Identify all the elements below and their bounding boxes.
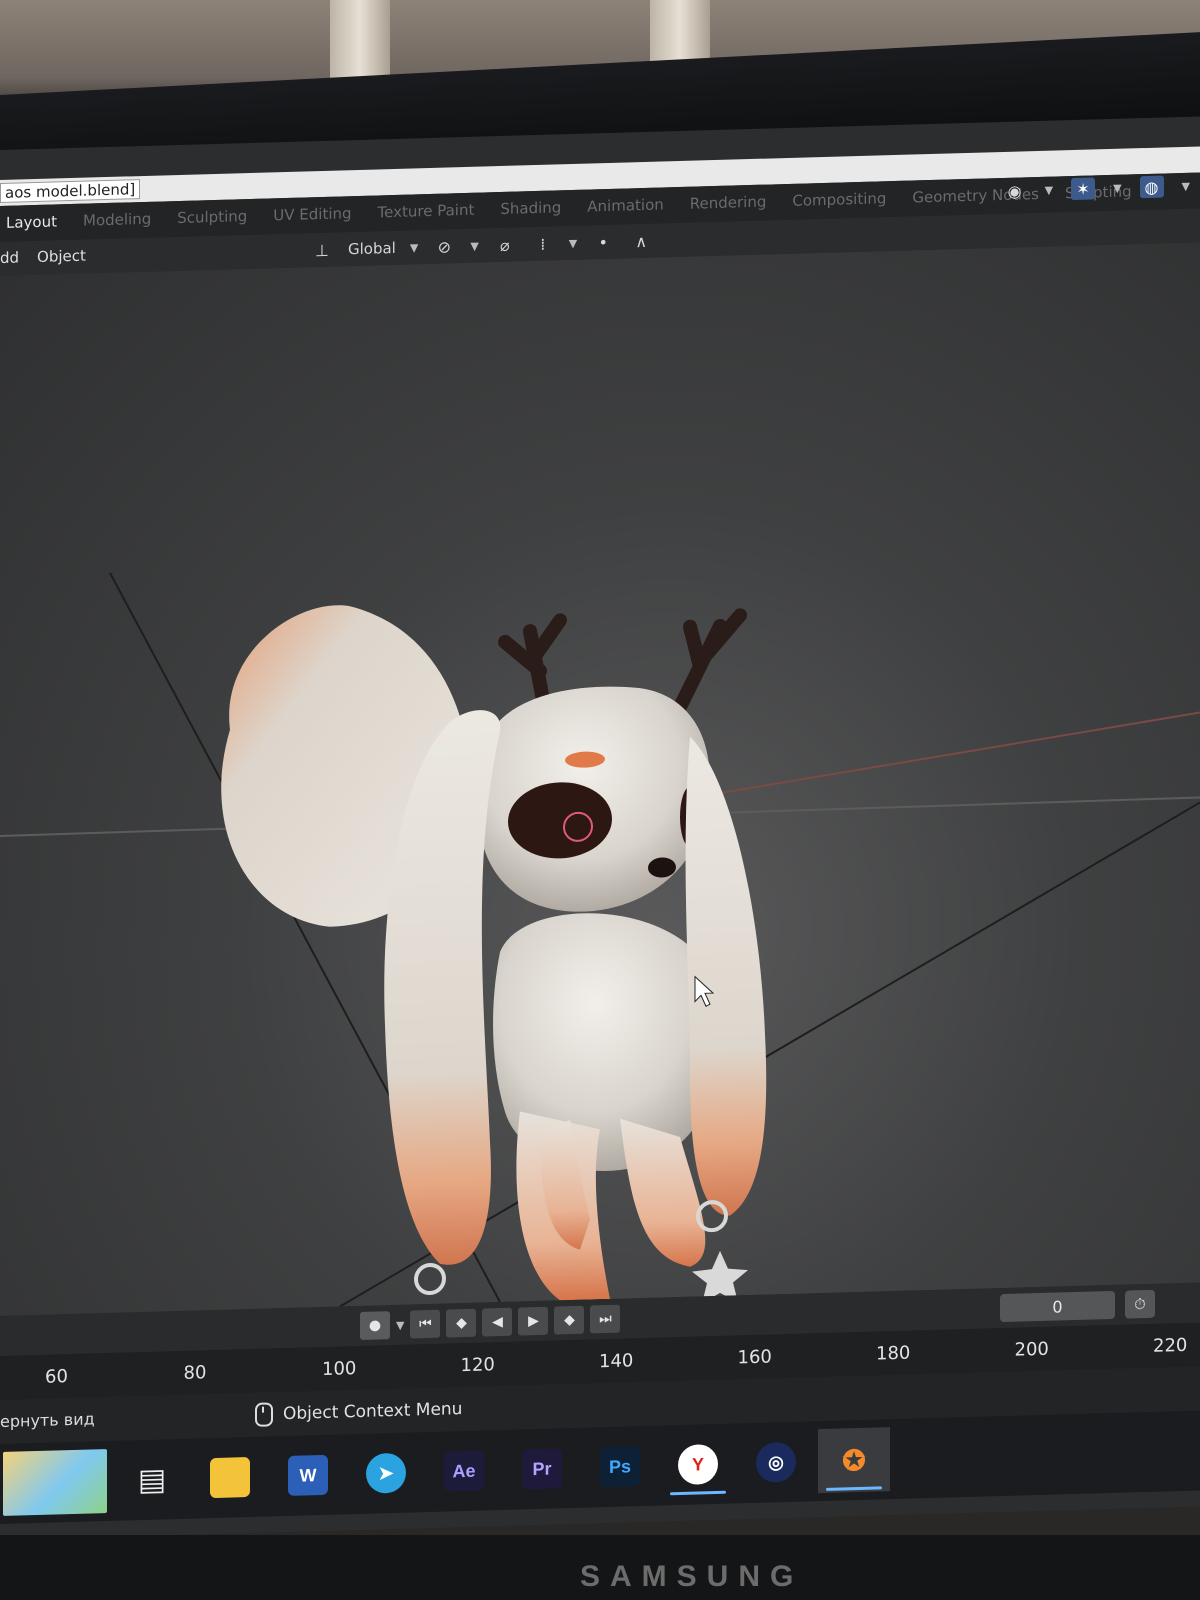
snap-increment-icon[interactable]: ⁞ bbox=[531, 233, 555, 256]
falloff-icon[interactable]: ∧ bbox=[629, 230, 653, 253]
transform-tools: ⊥ Global ▼ ⊘ ▼ ⌀ ⁞ ▼ • ∧ bbox=[310, 230, 653, 262]
play-icon[interactable]: ▶ bbox=[518, 1306, 549, 1336]
earring-hoop-left bbox=[414, 1262, 446, 1295]
ruler-tick-label: 120 bbox=[460, 1354, 495, 1377]
front-leg-right bbox=[620, 1118, 706, 1267]
tab-texture-paint[interactable]: Texture Paint bbox=[378, 201, 475, 222]
chevron-down-icon[interactable]: ▼ bbox=[410, 241, 418, 254]
task-view-icon: ▤ bbox=[137, 1461, 167, 1498]
taskbar-app-photoshop[interactable]: Ps bbox=[584, 1434, 656, 1500]
chevron-down-icon[interactable]: ▼ bbox=[1182, 179, 1190, 192]
tab-sculpting[interactable]: Sculpting bbox=[177, 207, 247, 227]
taskbar-items: ▤ W ➤ Ae Pr Ps Y ◎ ✪ bbox=[0, 1427, 896, 1516]
play-reverse-icon[interactable]: ◀ bbox=[482, 1307, 513, 1337]
ruler-tick-label: 180 bbox=[876, 1342, 911, 1365]
ruler-tick-label: 60 bbox=[45, 1366, 68, 1388]
wallpaper-thumbnail bbox=[3, 1449, 107, 1516]
jump-to-keyframe-prev-icon[interactable]: ◆ bbox=[446, 1308, 477, 1338]
pivot-point-icon[interactable]: ⊘ bbox=[432, 235, 456, 258]
word-icon: W bbox=[288, 1454, 328, 1496]
3d-viewport[interactable] bbox=[0, 242, 1200, 1377]
jump-to-end-icon[interactable]: ⏭ bbox=[590, 1304, 621, 1334]
status-context-text: Object Context Menu bbox=[283, 1399, 463, 1425]
ruler-tick-label: 160 bbox=[737, 1346, 772, 1369]
monitor-screen: aos model.blend] Layout Modeling Sculpting… bbox=[0, 116, 1200, 1541]
transform-orientation-value[interactable]: Global bbox=[348, 239, 396, 258]
taskbar-app-premiere-pro[interactable]: Pr bbox=[506, 1436, 578, 1502]
jump-to-keyframe-next-icon[interactable]: ◆ bbox=[554, 1305, 585, 1335]
ruler-tick-label: 80 bbox=[183, 1362, 207, 1384]
tab-animation[interactable]: Animation bbox=[587, 195, 663, 215]
viewport-menu: dd Object bbox=[0, 247, 86, 267]
status-left-text: ернуть вид bbox=[0, 1409, 95, 1431]
menu-add[interactable]: dd bbox=[0, 248, 19, 267]
window-title: aos model.blend] bbox=[0, 179, 141, 203]
tab-rendering[interactable]: Rendering bbox=[690, 193, 767, 213]
taskbar-app-after-effects[interactable]: Ae bbox=[428, 1438, 500, 1504]
current-frame-field[interactable]: 0 bbox=[1000, 1290, 1115, 1323]
taskbar-app-telegram[interactable]: ➤ bbox=[350, 1440, 422, 1506]
playback-controls: ● ▼ ⏮ ◆ ◀ ▶ ◆ ⏭ bbox=[360, 1304, 621, 1340]
telegram-icon: ➤ bbox=[366, 1452, 406, 1494]
status-context-hint: Object Context Menu bbox=[255, 1397, 462, 1427]
chevron-down-icon[interactable]: ▼ bbox=[470, 239, 478, 252]
snap-icon[interactable]: ⌀ bbox=[493, 234, 517, 257]
after-effects-icon: Ae bbox=[444, 1450, 484, 1492]
tab-compositing[interactable]: Compositing bbox=[792, 189, 886, 210]
stopwatch-icon[interactable]: ⏱ bbox=[1125, 1289, 1155, 1319]
mouse-icon bbox=[255, 1402, 273, 1427]
gizmo-icon[interactable]: ✶ bbox=[1071, 177, 1096, 201]
photoshop-icon: Ps bbox=[600, 1446, 640, 1488]
x-axis-line bbox=[699, 711, 1200, 798]
antler-right bbox=[673, 608, 747, 715]
tab-modeling[interactable]: Modeling bbox=[83, 210, 151, 230]
tab-layout[interactable]: Layout bbox=[6, 212, 57, 231]
active-indicator bbox=[826, 1486, 882, 1491]
chevron-down-icon[interactable]: ▼ bbox=[1045, 183, 1053, 196]
taskbar-file-explorer[interactable] bbox=[194, 1445, 266, 1511]
premiere-pro-icon: Pr bbox=[522, 1448, 562, 1490]
folder-icon bbox=[210, 1457, 250, 1499]
monitor-brand-logo: SAMSUNG bbox=[580, 1560, 804, 1593]
running-indicator bbox=[670, 1490, 726, 1496]
transform-orientation-icon: ⊥ bbox=[315, 240, 329, 260]
taskbar-task-view[interactable]: ▤ bbox=[116, 1447, 188, 1513]
taskbar-app-word[interactable]: W bbox=[272, 1442, 344, 1508]
ruler-tick-label: 200 bbox=[1014, 1338, 1049, 1361]
chevron-down-icon[interactable]: ▼ bbox=[569, 236, 577, 249]
tab-shading[interactable]: Shading bbox=[500, 198, 561, 218]
overlays-icon[interactable]: ◍ bbox=[1139, 175, 1164, 199]
yandex-browser-icon: Y bbox=[678, 1443, 718, 1486]
taskbar-app-yandex-browser[interactable]: Y bbox=[662, 1431, 734, 1497]
ruler-tick-label: 100 bbox=[322, 1358, 357, 1381]
visibility-eye-icon[interactable]: ◉ bbox=[1003, 179, 1027, 202]
ruler-tick-label: 140 bbox=[599, 1350, 634, 1373]
taskbar-app-blender[interactable]: ✪ bbox=[818, 1427, 890, 1494]
jump-to-start-icon[interactable]: ⏮ bbox=[410, 1309, 441, 1339]
chevron-down-icon[interactable]: ▼ bbox=[1113, 181, 1121, 194]
auto-keying-icon[interactable]: ● bbox=[360, 1311, 390, 1340]
taskbar-app-c4d[interactable]: ◎ bbox=[740, 1429, 812, 1495]
taskbar-apps: W ➤ Ae Pr Ps Y bbox=[272, 1431, 740, 1508]
desktop-thumbnail[interactable] bbox=[0, 1449, 110, 1516]
viewport-scene bbox=[0, 572, 1200, 1377]
menu-object[interactable]: Object bbox=[37, 247, 86, 266]
proportional-edit-icon[interactable]: • bbox=[591, 231, 615, 254]
tab-uv-editing[interactable]: UV Editing bbox=[273, 204, 351, 224]
cinema4d-icon: ◎ bbox=[756, 1441, 796, 1483]
ruler-tick-label: 220 bbox=[1153, 1334, 1188, 1357]
ear-right bbox=[685, 736, 767, 1216]
chevron-down-icon[interactable]: ▼ bbox=[396, 1318, 404, 1331]
blender-icon: ✪ bbox=[842, 1444, 866, 1476]
